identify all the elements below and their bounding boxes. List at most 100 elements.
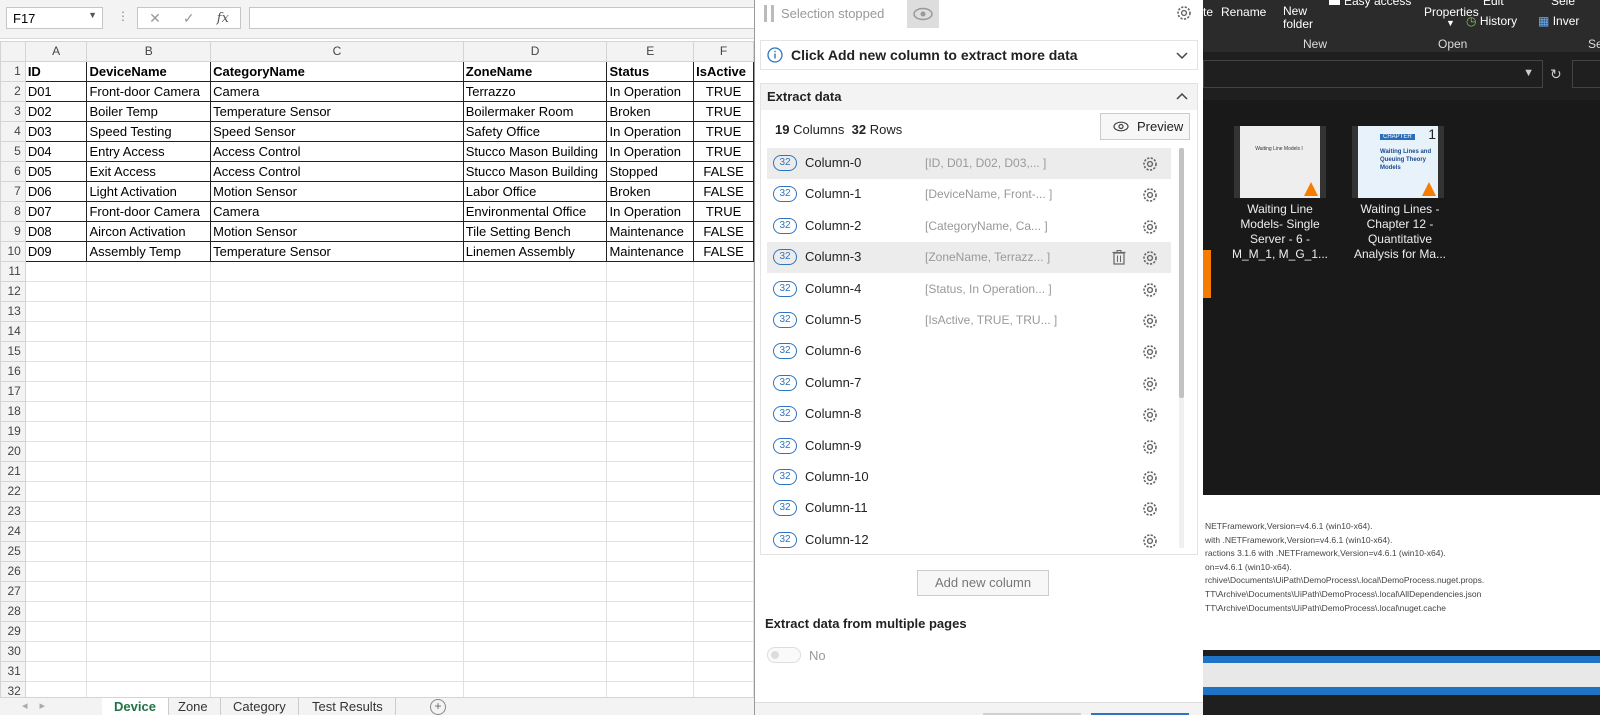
cell[interactable]: Boiler Temp	[86, 101, 212, 122]
cell[interactable]	[462, 541, 608, 562]
column-row[interactable]: 32 Column-6	[767, 336, 1171, 367]
cell[interactable]: D03	[24, 121, 88, 142]
cell[interactable]	[24, 361, 88, 382]
settings-gear-icon[interactable]	[1141, 406, 1159, 427]
cell[interactable]: Access Control	[210, 161, 464, 182]
cell[interactable]	[86, 661, 212, 682]
column-row[interactable]: 32 Column-3 [ZoneName, Terrazz... ]	[767, 242, 1171, 274]
column-name[interactable]: Column-9	[805, 438, 861, 453]
settings-gear-icon[interactable]	[1141, 469, 1159, 490]
column-header[interactable]: F	[693, 41, 754, 62]
cell[interactable]	[86, 261, 212, 282]
cell[interactable]	[693, 361, 754, 382]
cell[interactable]	[24, 501, 88, 522]
cell[interactable]	[693, 501, 754, 522]
cell[interactable]	[210, 581, 464, 602]
cell[interactable]	[606, 641, 695, 662]
cell[interactable]: Boilermaker Room	[462, 101, 608, 122]
cell[interactable]: Linemen Assembly	[462, 241, 608, 262]
row-header[interactable]: 7	[0, 181, 26, 202]
column-header[interactable]: B	[86, 41, 212, 62]
cell[interactable]	[24, 301, 88, 322]
cell[interactable]	[86, 521, 212, 542]
cell[interactable]: Speed Sensor	[210, 121, 464, 142]
cell[interactable]	[210, 281, 464, 302]
cell[interactable]	[462, 641, 608, 662]
row-header[interactable]: 28	[0, 601, 26, 622]
cell[interactable]: ZoneName	[462, 61, 608, 82]
cell[interactable]	[210, 401, 464, 422]
column-row[interactable]: 32 Column-7	[767, 368, 1171, 399]
cell[interactable]	[606, 401, 695, 422]
cell[interactable]: Broken	[606, 101, 695, 122]
cell[interactable]	[210, 341, 464, 362]
cancel-icon[interactable]: ✕	[149, 10, 161, 27]
cell[interactable]: Tile Setting Bench	[462, 221, 608, 242]
tab-zone[interactable]: Zone	[166, 698, 221, 715]
cell[interactable]: CategoryName	[210, 61, 464, 82]
column-row[interactable]: 32 Column-1 [DeviceName, Front-... ]	[767, 179, 1171, 210]
cell[interactable]	[210, 461, 464, 482]
multi-page-toggle[interactable]	[767, 647, 801, 663]
cell[interactable]	[606, 461, 695, 482]
cell[interactable]: TRUE	[693, 141, 754, 162]
row-header[interactable]: 26	[0, 561, 26, 582]
cell[interactable]: FALSE	[693, 241, 754, 262]
cell[interactable]	[462, 521, 608, 542]
file-name[interactable]: Waiting Lines - Chapter 12 - Quantitativ…	[1350, 202, 1450, 262]
column-row[interactable]: 32 Column-8	[767, 399, 1171, 430]
cell[interactable]	[693, 541, 754, 562]
cell[interactable]	[24, 401, 88, 422]
column-name[interactable]: Column-12	[805, 532, 869, 547]
cell[interactable]	[606, 441, 695, 462]
cell[interactable]: Maintenance	[606, 241, 695, 262]
row-header[interactable]: 19	[0, 421, 26, 442]
cell[interactable]: TRUE	[693, 81, 754, 102]
cell[interactable]	[606, 581, 695, 602]
cell[interactable]	[462, 441, 608, 462]
row-header[interactable]: 5	[0, 141, 26, 162]
cell[interactable]: Safety Office	[462, 121, 608, 142]
cell[interactable]	[210, 661, 464, 682]
cell[interactable]	[210, 501, 464, 522]
cell[interactable]: Front-door Camera	[86, 201, 212, 222]
check-icon[interactable]: ✓	[183, 10, 195, 27]
cell[interactable]: Assembly Temp	[86, 241, 212, 262]
cell[interactable]	[24, 281, 88, 302]
cell[interactable]	[462, 301, 608, 322]
cell[interactable]: Front-door Camera	[86, 81, 212, 102]
cell[interactable]: Aircon Activation	[86, 221, 212, 242]
cell[interactable]: D06	[24, 181, 88, 202]
column-name[interactable]: Column-2	[805, 218, 861, 233]
row-header[interactable]: 21	[0, 461, 26, 482]
column-name[interactable]: Column-6	[805, 343, 861, 358]
row-header[interactable]: 6	[0, 161, 26, 182]
cell[interactable]	[86, 481, 212, 502]
cell[interactable]: D07	[24, 201, 88, 222]
cell[interactable]: Terrazzo	[462, 81, 608, 102]
column-row[interactable]: 32 Column-11	[767, 493, 1171, 524]
row-header[interactable]: 20	[0, 441, 26, 462]
cell[interactable]	[693, 601, 754, 622]
column-name[interactable]: Column-0	[805, 155, 861, 170]
cell[interactable]	[462, 561, 608, 582]
settings-gear-icon[interactable]	[1141, 249, 1159, 270]
row-header[interactable]: 1	[0, 61, 26, 82]
row-header[interactable]: 14	[0, 321, 26, 342]
scrollbar-thumb[interactable]	[1179, 148, 1184, 398]
settings-gear-icon[interactable]	[1141, 155, 1159, 176]
cell[interactable]	[210, 621, 464, 642]
cell[interactable]	[693, 441, 754, 462]
cell[interactable]	[24, 621, 88, 642]
cell[interactable]	[693, 261, 754, 282]
tab-device[interactable]: Device	[102, 698, 169, 715]
chevron-up-icon[interactable]	[1175, 90, 1189, 104]
cell[interactable]	[693, 301, 754, 322]
cell[interactable]: Broken	[606, 181, 695, 202]
cell[interactable]: FALSE	[693, 221, 754, 242]
chevron-down-icon[interactable]: ▼	[88, 10, 97, 20]
cell[interactable]	[606, 621, 695, 642]
row-header[interactable]: 27	[0, 581, 26, 602]
cell[interactable]	[606, 321, 695, 342]
cell[interactable]	[24, 521, 88, 542]
